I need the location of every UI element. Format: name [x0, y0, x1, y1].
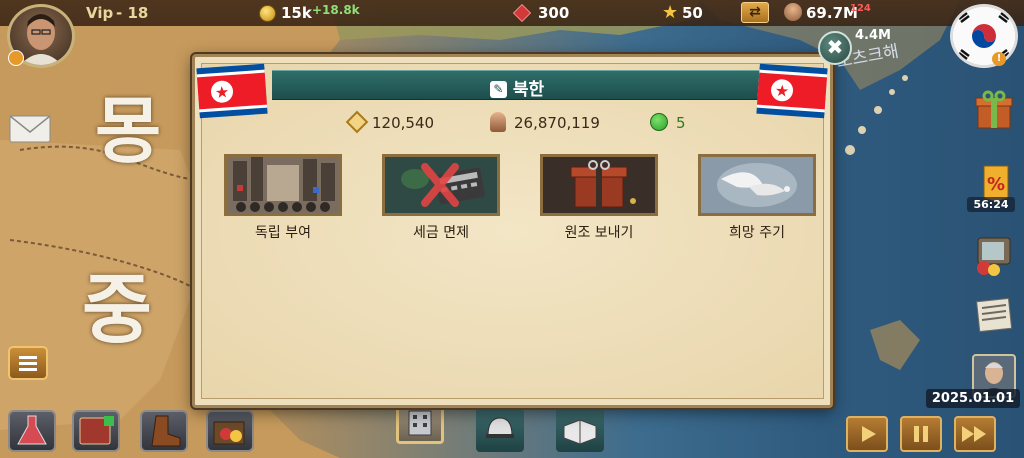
- action-give-hope[interactable]: [698, 154, 816, 216]
- close-icon: ✖: [826, 35, 844, 59]
- top-hud: Vip - 18 15k +18.8k 300 ★ 50 ⇄ 69.7M 124: [0, 0, 1024, 26]
- swap-icon[interactable]: ⇄: [741, 2, 769, 23]
- fast-forward-icon: [962, 426, 986, 442]
- gift-button[interactable]: [972, 88, 1016, 132]
- aid-gift-icon: [543, 157, 655, 213]
- map-label-mongolia: 몽: [95, 89, 162, 173]
- money-diamond-icon: [345, 110, 369, 134]
- action-label-grant-independence: 독립 부여: [255, 225, 311, 241]
- happiness-face-icon: [650, 113, 668, 131]
- side-value: 4.4M: [855, 28, 891, 43]
- player-status-icon: [8, 50, 24, 66]
- population-small: 124: [850, 3, 871, 14]
- flask-icon: [17, 415, 47, 445]
- shop-button[interactable]: [206, 410, 254, 452]
- gems-value[interactable]: 300: [538, 4, 569, 22]
- boot-icon: [151, 415, 181, 447]
- money-value: 120,540: [372, 114, 435, 132]
- tv-button[interactable]: [972, 232, 1016, 276]
- newspaper-button[interactable]: [972, 292, 1016, 336]
- dove-icon: [701, 157, 813, 213]
- treasure-icon: [213, 421, 245, 445]
- retro-tv-icon: [977, 237, 1011, 276]
- north-korea-flag-icon: ★: [756, 63, 828, 119]
- mail-button[interactable]: [8, 112, 52, 144]
- military-button[interactable]: [140, 410, 188, 452]
- vip-level: - 18: [116, 4, 149, 22]
- helmet-icon: [486, 417, 514, 438]
- north-korea-flag-left: ★: [196, 60, 268, 123]
- close-button[interactable]: ✖: [818, 31, 852, 65]
- gold-coin-icon: [259, 5, 276, 22]
- south-korea-flag-button[interactable]: [950, 4, 1018, 68]
- newspaper-icon: [976, 297, 1013, 333]
- action-label-tax-exemption: 세금 면제: [413, 225, 469, 241]
- country-action-dialog: ✎ 북한 120,540 26,870,119 5 독립 부여 세금 면제 원조…: [192, 54, 833, 408]
- action-label-send-aid: 원조 보내기: [564, 225, 634, 241]
- population-person-icon: [784, 3, 802, 21]
- action-send-aid[interactable]: [540, 154, 658, 216]
- pause-icon: [914, 426, 928, 442]
- play-button[interactable]: [846, 416, 888, 452]
- country-name: 북한: [512, 80, 545, 100]
- tab-military[interactable]: [476, 408, 524, 452]
- book-icon: [79, 416, 114, 445]
- envelope-icon: [9, 115, 51, 143]
- north-korea-flag-right: ★: [756, 60, 828, 123]
- tab-diplomacy[interactable]: [556, 408, 604, 452]
- open-book-icon: [563, 419, 597, 445]
- gift-box-icon: [975, 90, 1013, 129]
- map-label-china: 중: [82, 265, 152, 354]
- dialog-body: ✎ 북한 120,540 26,870,119 5 독립 부여 세금 면제 원조…: [201, 63, 824, 399]
- svg-text:%: %: [987, 174, 1005, 195]
- fast-forward-button[interactable]: [954, 416, 996, 452]
- happiness-value: 5: [676, 114, 686, 132]
- action-grant-independence[interactable]: [224, 154, 342, 216]
- calculator-icon: [385, 157, 497, 213]
- edit-icon[interactable]: ✎: [489, 81, 507, 98]
- menu-button[interactable]: [8, 346, 48, 380]
- warning-badge-icon: !: [992, 52, 1006, 66]
- stars-value[interactable]: 50: [682, 4, 703, 22]
- svg-text:★: ★: [214, 82, 230, 102]
- gold-income: +18.8k: [312, 3, 360, 17]
- dialog-title-bar: ✎ 북한: [272, 70, 762, 100]
- population-icon: [490, 112, 506, 132]
- gold-value[interactable]: 15k: [281, 4, 312, 22]
- svg-text:★: ★: [774, 81, 790, 101]
- game-date: 2025.01.01: [926, 389, 1020, 408]
- vip-label: Vip: [86, 4, 114, 22]
- city-crowd-icon: [227, 157, 339, 213]
- action-tax-exemption[interactable]: [382, 154, 500, 216]
- dialog-title: ✎ 북한: [272, 75, 762, 100]
- play-icon: [862, 426, 876, 442]
- action-label-give-hope: 희망 주기: [729, 225, 785, 241]
- sale-timer: 56:24: [967, 197, 1015, 212]
- book-button[interactable]: [72, 410, 120, 452]
- pause-button[interactable]: [900, 416, 942, 452]
- research-button[interactable]: [8, 410, 56, 452]
- hamburger-icon: [19, 356, 37, 371]
- north-korea-flag-icon: ★: [196, 63, 268, 119]
- ruby-gem-icon: [512, 3, 532, 23]
- population-value-modal: 26,870,119: [514, 114, 600, 132]
- star-icon: ★: [662, 2, 679, 23]
